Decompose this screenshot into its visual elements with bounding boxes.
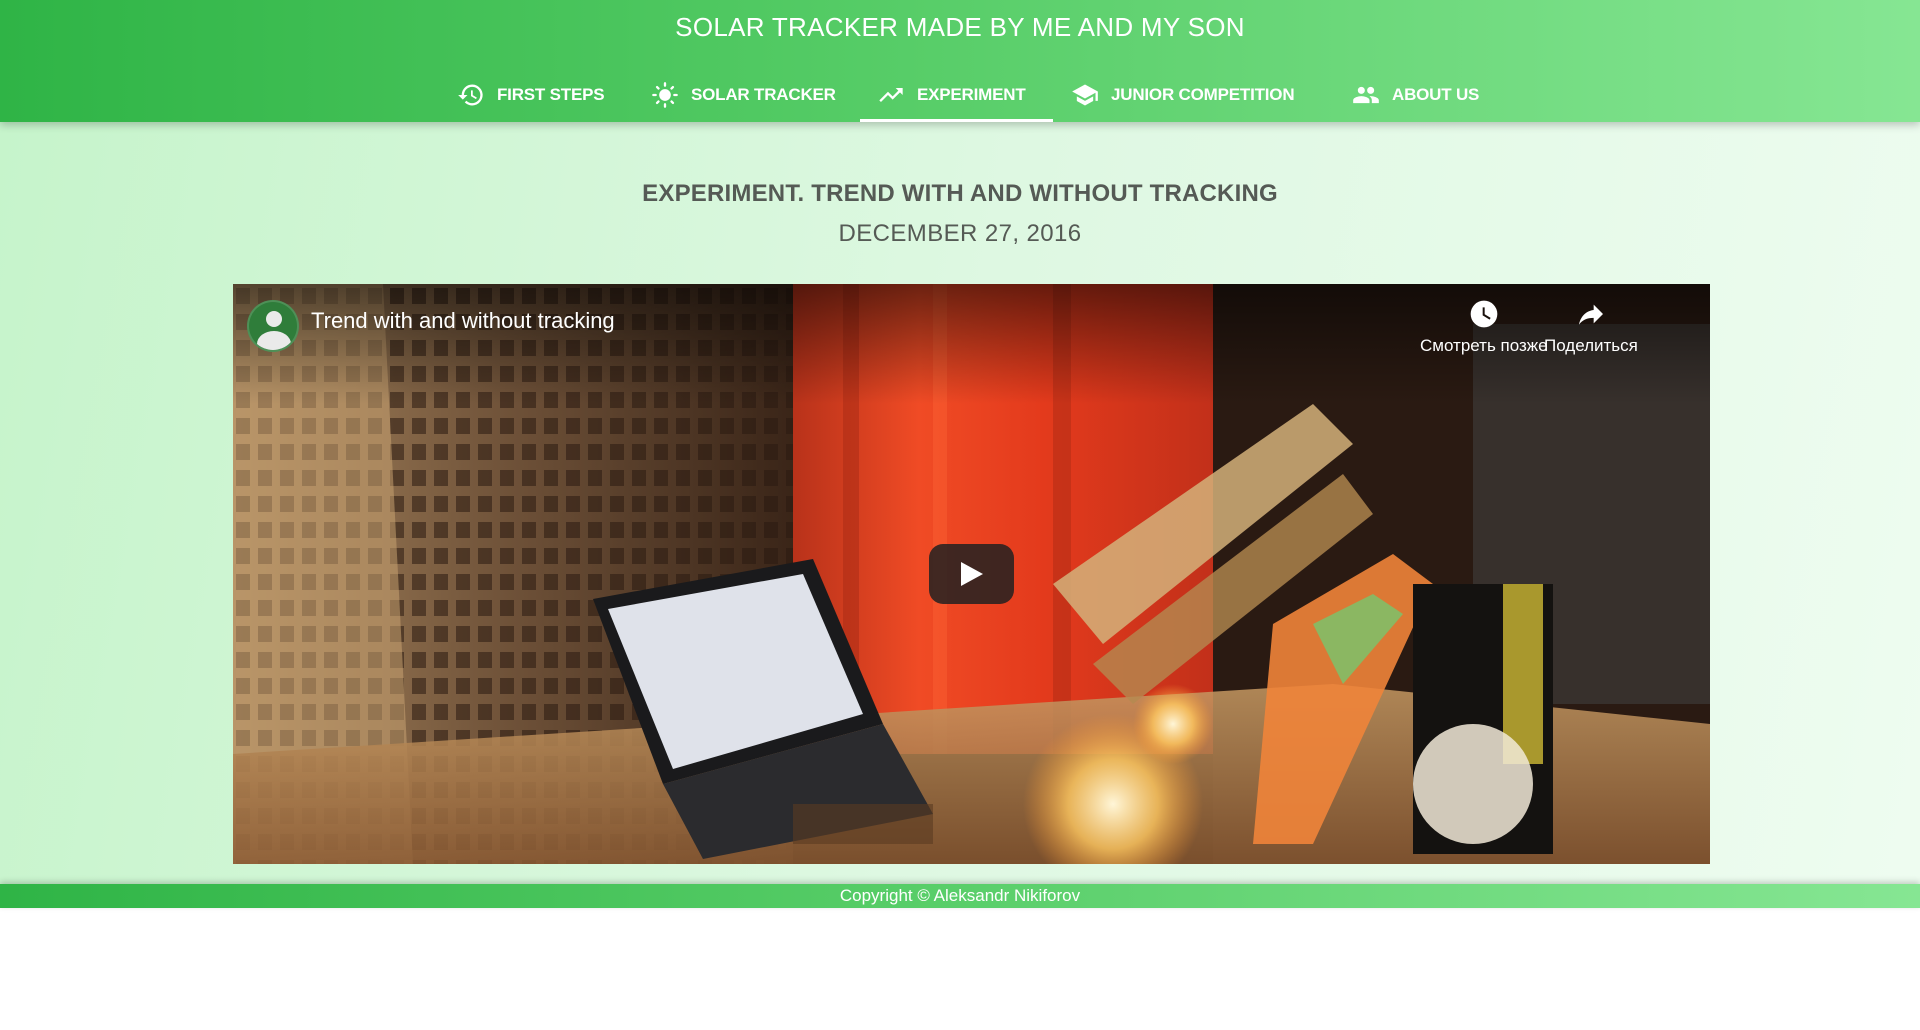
graduation-cap-icon (1072, 84, 1098, 106)
watch-later-button[interactable]: Смотреть позже (1420, 298, 1548, 356)
share-icon (1578, 304, 1603, 325)
channel-avatar[interactable] (247, 300, 299, 352)
site-header: SOLAR TRACKER MADE BY ME AND MY SON FIRS… (0, 0, 1920, 122)
history-icon (458, 84, 483, 106)
nav-item-experiment[interactable]: EXPERIMENT (860, 68, 1052, 122)
video-title[interactable]: Trend with and without tracking (311, 308, 615, 334)
nav-label: SOLAR TRACKER (691, 85, 836, 104)
site-title[interactable]: SOLAR TRACKER MADE BY ME AND MY SON (0, 12, 1920, 43)
post-title: EXPERIMENT. TREND WITH AND WITHOUT TRACK… (642, 180, 1278, 207)
play-icon (961, 562, 983, 586)
clock-icon (1470, 300, 1498, 328)
share-button[interactable]: Поделиться (1544, 298, 1638, 356)
post-date: DECEMBER 27, 2016 (838, 220, 1082, 247)
nav-label: ABOUT US (1392, 85, 1480, 104)
site-footer: Copyright © Aleksandr Nikiforov (0, 884, 1920, 908)
copyright-text: Copyright © Aleksandr Nikiforov (839, 886, 1081, 905)
play-button[interactable] (929, 544, 1014, 604)
share-label: Поделиться (1544, 336, 1638, 355)
avatar-head (266, 311, 282, 327)
nav-item-solar-tracker[interactable]: SOLAR TRACKER (651, 68, 836, 122)
nav-item-first-steps[interactable]: FIRST STEPS (457, 68, 605, 122)
watch-later-label: Смотреть позже (1420, 336, 1548, 355)
nav-label: JUNIOR COMPETITION (1111, 85, 1295, 104)
trending-up-icon (879, 88, 903, 102)
nav-label: FIRST STEPS (497, 85, 605, 104)
group-icon (1353, 86, 1379, 104)
nav-item-junior-competition[interactable]: JUNIOR COMPETITION (1071, 68, 1295, 122)
nav-label: EXPERIMENT (917, 85, 1026, 104)
nav-item-about-us[interactable]: ABOUT US (1352, 68, 1479, 122)
main-content: EXPERIMENT. TREND WITH AND WITHOUT TRACK… (0, 122, 1920, 884)
avatar-body (257, 331, 291, 350)
sun-icon (652, 82, 678, 108)
main-nav: FIRST STEPS SOLAR TRACKER EXPERIMENT JUN… (0, 68, 1920, 122)
video-player[interactable]: Trend with and without tracking Смотреть… (233, 284, 1710, 864)
